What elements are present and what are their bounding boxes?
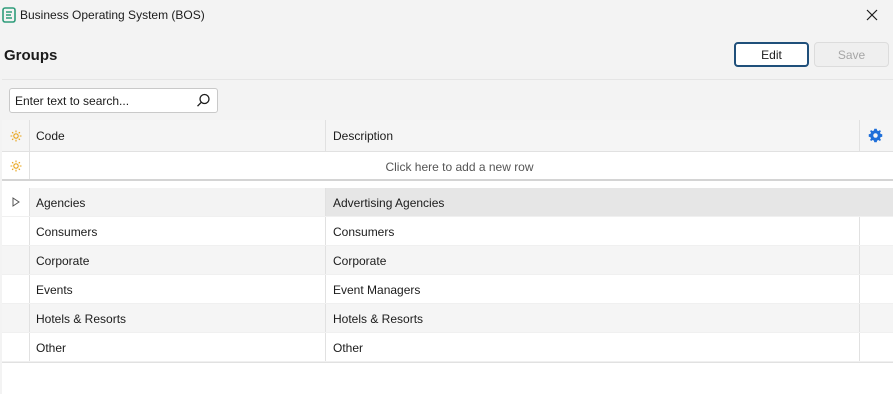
column-divider [29, 333, 30, 361]
column-divider [325, 304, 326, 332]
column-divider [29, 304, 30, 332]
cell-code[interactable]: Events [36, 283, 73, 297]
column-divider [325, 246, 326, 274]
table-row[interactable]: Events Event Managers [2, 275, 893, 304]
new-row-prompt[interactable]: Click here to add a new row [29, 160, 890, 174]
search-box[interactable] [9, 88, 218, 113]
gear-icon[interactable] [868, 128, 883, 143]
column-divider [325, 120, 326, 151]
cell-description[interactable]: Other [333, 341, 363, 355]
column-divider [859, 217, 860, 245]
cell-description[interactable]: Event Managers [333, 283, 420, 297]
edit-button[interactable]: Edit [734, 42, 809, 67]
cell-description[interactable]: Advertising Agencies [333, 196, 444, 210]
triangle-right-icon [12, 197, 20, 207]
grid-header-row: Code Description [2, 120, 893, 152]
column-divider [325, 188, 326, 216]
bos-app-icon [2, 7, 16, 23]
cell-code[interactable]: Other [36, 341, 66, 355]
cell-code[interactable]: Hotels & Resorts [36, 312, 126, 326]
header-indicator-cell[interactable] [2, 120, 29, 151]
grid-bottom-border [2, 362, 893, 363]
column-divider [325, 275, 326, 303]
sun-icon [10, 160, 21, 171]
column-divider [859, 304, 860, 332]
cell-description[interactable]: Hotels & Resorts [333, 312, 423, 326]
title-bar: Business Operating System (BOS) [0, 0, 893, 30]
close-button[interactable] [863, 6, 881, 24]
column-divider [29, 246, 30, 274]
table-row[interactable]: Other Other [2, 333, 893, 362]
column-divider [29, 217, 30, 245]
column-divider [29, 120, 30, 151]
row-indicator-cell[interactable] [2, 304, 29, 332]
row-indicator-cell[interactable] [2, 217, 29, 245]
column-divider [859, 333, 860, 361]
row-indicator-cell[interactable] [2, 275, 29, 303]
window-title: Business Operating System (BOS) [20, 8, 205, 22]
search-icon[interactable] [196, 93, 211, 108]
column-header-code[interactable]: Code [36, 129, 65, 143]
content-panel: Code Description Click here to add a new… [2, 79, 893, 394]
row-indicator-cell[interactable] [2, 188, 29, 216]
column-divider [859, 246, 860, 274]
column-divider [29, 188, 30, 216]
column-divider [29, 275, 30, 303]
search-area [2, 80, 893, 120]
cell-description[interactable]: Consumers [333, 225, 394, 239]
cell-description[interactable]: Corporate [333, 254, 386, 268]
grid-body: Agencies Advertising Agencies Consumers … [2, 188, 893, 362]
table-row[interactable]: Consumers Consumers [2, 217, 893, 246]
column-divider [859, 275, 860, 303]
sun-icon [10, 130, 21, 141]
save-button[interactable]: Save [814, 42, 889, 67]
column-divider [325, 333, 326, 361]
page-title: Groups [4, 47, 58, 64]
row-indicator-cell[interactable] [2, 333, 29, 361]
cell-code[interactable]: Corporate [36, 254, 89, 268]
cell-code[interactable]: Agencies [36, 196, 85, 210]
column-divider [325, 217, 326, 245]
table-row[interactable]: Hotels & Resorts Hotels & Resorts [2, 304, 893, 333]
table-row[interactable]: Corporate Corporate [2, 246, 893, 275]
new-row[interactable]: Click here to add a new row [2, 152, 893, 181]
cell-code[interactable]: Consumers [36, 225, 97, 239]
new-row-indicator-cell [2, 152, 29, 179]
column-header-description[interactable]: Description [333, 129, 393, 143]
column-divider [859, 120, 860, 151]
table-row[interactable]: Agencies Advertising Agencies [2, 188, 893, 217]
row-indicator-cell[interactable] [2, 246, 29, 274]
close-icon [866, 9, 878, 21]
search-input[interactable] [15, 92, 190, 110]
